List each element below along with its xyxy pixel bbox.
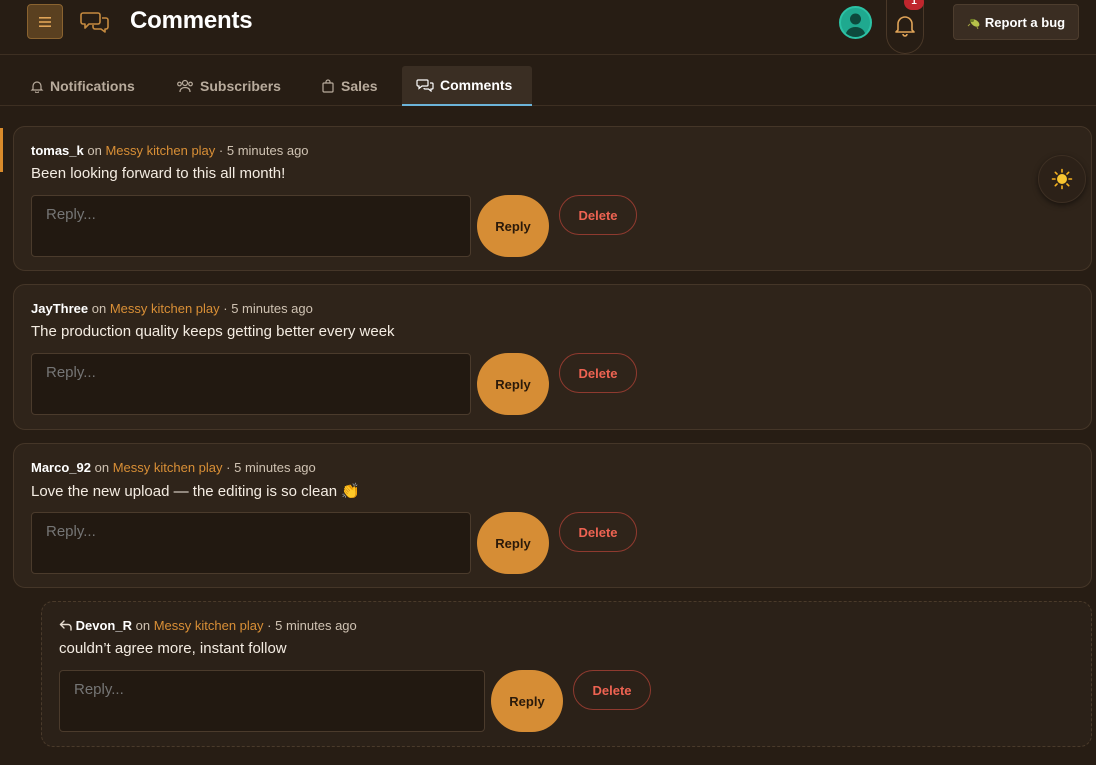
chat-bubbles-icon [416,79,434,92]
report-bug-button[interactable]: Report a bug [953,4,1079,40]
video-link[interactable]: Messy kitchen play [113,460,223,475]
comment-card: Marco_92 on Messy kitchen play · 5 minut… [13,443,1092,588]
chat-bubbles-icon [80,9,110,40]
reply-input[interactable] [31,512,471,574]
video-link[interactable]: Messy kitchen play [110,301,220,316]
reply-button[interactable]: Reply [477,512,549,574]
comment-time: · 5 minutes ago [226,460,316,475]
delete-button[interactable]: Delete [559,195,637,235]
comment-author[interactable]: Devon_R [76,618,132,633]
comment-card: JayThree on Messy kitchen play · 5 minut… [13,284,1092,430]
theme-toggle-button[interactable] [1038,155,1086,203]
bell-icon [895,15,915,37]
tab-comments[interactable]: Comments [402,66,532,106]
active-indicator [0,128,3,172]
avatar[interactable] [839,6,872,39]
tab-subscribers[interactable]: Subscribers [162,66,295,106]
comment-time: · 5 minutes ago [218,143,309,158]
reply-arrow-icon [59,619,72,634]
comment-text: Been looking forward to this all month! [31,165,286,182]
tab-notifications-label: Notifications [50,78,135,94]
delete-button[interactable]: Delete [573,670,651,710]
tab-notifications[interactable]: Notifications [16,66,149,106]
comment-meta: JayThree on Messy kitchen play · 5 minut… [31,301,313,316]
bell-icon [30,81,44,93]
tab-bar: Notifications Subscribers Sales Comments [0,66,1096,106]
sun-icon [1051,168,1073,190]
report-bug-label: Report a bug [984,14,1066,30]
comment-on-label: on [87,143,102,158]
comment-on-label: on [94,460,110,475]
comment-on-label: on [91,301,107,316]
comment-meta: Devon_R on Messy kitchen play · 5 minute… [59,618,357,634]
reply-button[interactable]: Reply [491,670,563,732]
menu-button[interactable] [27,4,63,39]
delete-button[interactable]: Delete [559,512,637,552]
comment-text: The production quality keeps getting bet… [31,323,395,340]
reply-card: Devon_R on Messy kitchen play · 5 minute… [41,601,1092,747]
reply-input[interactable] [31,195,471,257]
tab-subscribers-label: Subscribers [200,78,281,94]
comment-author[interactable]: JayThree [31,301,88,316]
comment-author[interactable]: tomas_k [31,143,84,158]
comment-meta: tomas_k on Messy kitchen play · 5 minute… [31,143,309,158]
reply-input[interactable] [31,353,471,415]
reply-button[interactable]: Reply [477,195,549,257]
tab-comments-label: Comments [440,77,513,93]
page-title: Comments [130,7,253,34]
comment-text: couldn’t agree more, instant follow [59,640,287,657]
comment-on-label: on [135,618,151,633]
reply-input[interactable] [59,670,485,732]
comment-author[interactable]: Marco_92 [31,460,91,475]
video-link[interactable]: Messy kitchen play [154,618,264,633]
comment-card: tomas_k on Messy kitchen play · 5 minute… [13,126,1092,271]
bug-icon [967,18,980,29]
comment-meta: Marco_92 on Messy kitchen play · 5 minut… [31,460,316,475]
tab-sales-label: Sales [341,78,378,94]
bag-icon [322,79,334,93]
comment-time: · 5 minutes ago [223,301,313,316]
comment-time: · 5 minutes ago [267,618,357,633]
tab-sales[interactable]: Sales [307,66,392,106]
users-icon [177,79,193,93]
top-header: Comments 1 Report a bug [0,0,1096,55]
reply-button[interactable]: Reply [477,353,549,415]
comment-text: Love the new upload — the editing is so … [31,483,360,500]
delete-button[interactable]: Delete [559,353,637,393]
video-link[interactable]: Messy kitchen play [105,143,215,158]
hamburger-icon [39,16,51,27]
